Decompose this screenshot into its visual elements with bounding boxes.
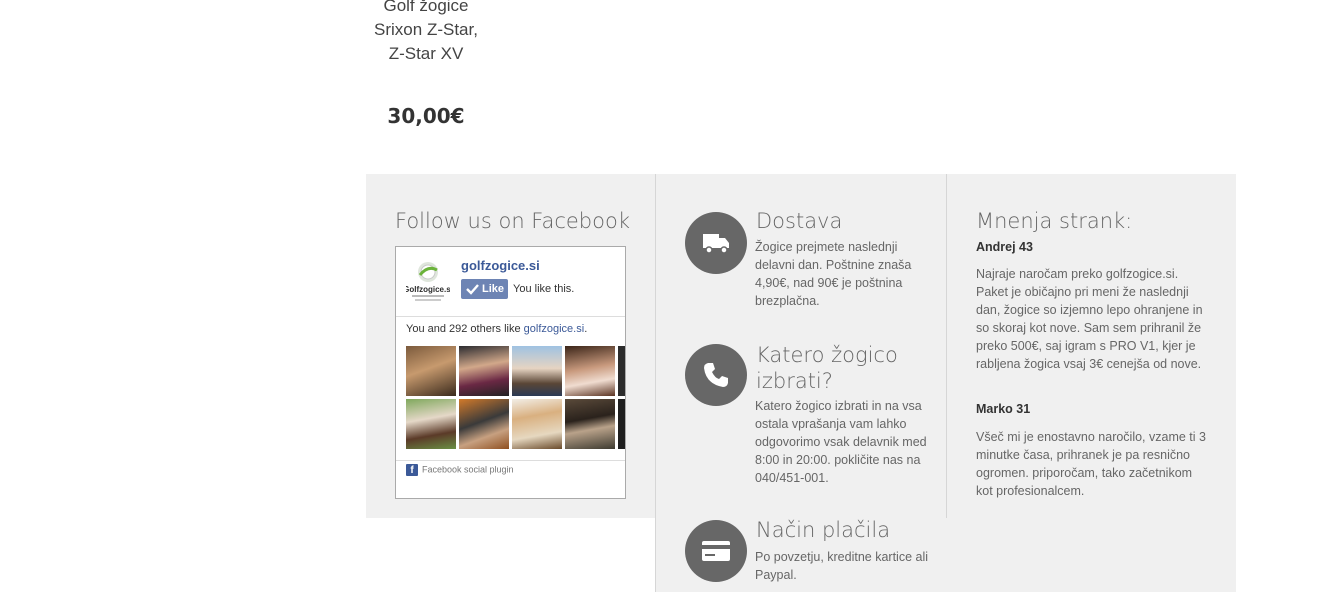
facebook-social-plugin[interactable]: f Facebook social plugin [406, 464, 514, 476]
column-divider [655, 174, 656, 592]
feature-text-delivery: Žogice prejmete naslednji delavni dan. P… [755, 240, 912, 308]
delivery-icon-circle [685, 212, 747, 274]
checkmark-icon [466, 284, 479, 295]
truck-icon [703, 234, 729, 254]
review-text: Najraje naročam preko golfzogice.si. Pak… [976, 267, 1203, 371]
review-author: Marko 31 [976, 402, 1031, 416]
feature-title-support: Katero žogico izbrati? [756, 343, 898, 393]
like-count: You and 292 others like golfzogice.si. [406, 323, 587, 335]
like-label: Like [482, 283, 505, 295]
fan-avatar[interactable] [565, 346, 615, 396]
facebook-page-link[interactable]: golfzogice.si [461, 258, 540, 273]
divider [396, 460, 625, 461]
fan-avatar[interactable] [512, 399, 562, 449]
fan-avatar[interactable] [512, 346, 562, 396]
fan-avatar[interactable] [406, 399, 456, 449]
payment-icon-circle [685, 520, 747, 582]
phone-icon [704, 363, 728, 387]
logo-text: Golfzogice.si [406, 285, 450, 294]
feature-text-payment: Po povzetju, kreditne kartice ali Paypal… [755, 550, 929, 582]
reviews-heading: Mnenja strank: [976, 209, 1133, 233]
review-text: Všeč mi je enostavno naročilo, vzame ti … [976, 430, 1206, 498]
fan-avatar[interactable] [459, 399, 509, 449]
feature-text-support: Katero žogico izbrati in na vsa ostala v… [755, 399, 927, 485]
product-price: 30,00€ [387, 104, 465, 128]
page-logo[interactable]: Golfzogice.si [403, 259, 453, 305]
column-divider [946, 174, 947, 518]
credit-card-icon [702, 541, 730, 561]
facebook-heading: Follow us on Facebook [395, 209, 630, 233]
review-author: Andrej 43 [976, 240, 1033, 254]
support-icon-circle [685, 344, 747, 406]
like-count-text: You and 292 others like [406, 323, 524, 335]
fan-avatar[interactable] [565, 399, 615, 449]
like-count-suffix: . [584, 323, 588, 335]
fan-avatar[interactable] [406, 346, 456, 396]
feature-title-payment: Način plačila [756, 518, 891, 542]
divider [396, 316, 625, 317]
facebook-like-box: Golfzogice.si golfzogice.si Like You lik… [395, 246, 626, 499]
feature-title-delivery: Dostava [756, 209, 843, 233]
facebook-icon: f [406, 464, 418, 476]
fan-avatar[interactable] [459, 346, 509, 396]
facebook-page-link-small[interactable]: golfzogice.si [524, 323, 585, 335]
product-title[interactable]: Golf žogice Srixon Z-Star, Z-Star XV [372, 0, 480, 66]
plugin-label: Facebook social plugin [422, 464, 514, 475]
fan-avatar[interactable] [618, 346, 625, 396]
fan-faces [406, 346, 625, 451]
facebook-like-button[interactable]: Like [461, 279, 508, 299]
you-like-text: You like this. [513, 283, 575, 295]
fan-avatar[interactable] [618, 399, 625, 449]
